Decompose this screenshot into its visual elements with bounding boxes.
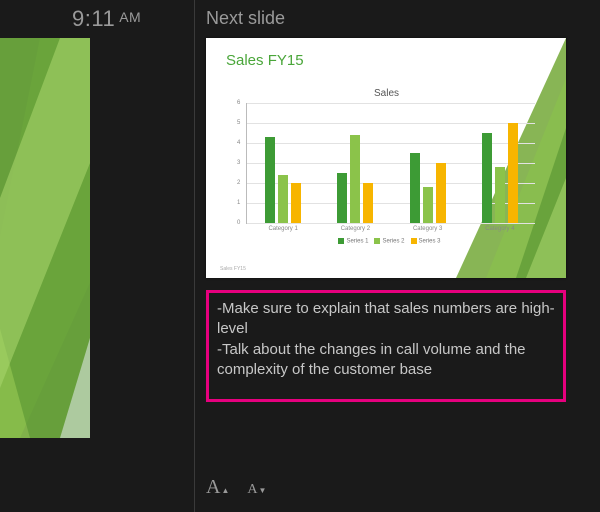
legend-swatch xyxy=(411,238,417,244)
slide-footnote: Sales FY15 xyxy=(220,266,246,272)
clock: 9:11AM xyxy=(72,6,141,32)
next-slide-thumbnail[interactable]: Sales FY15 Sales 0123456Category 1Catego… xyxy=(206,38,566,278)
chart-xtick: Category 2 xyxy=(341,226,370,232)
legend-label: Series 1 xyxy=(346,239,368,245)
chart-xtick: Category 4 xyxy=(485,226,514,232)
chart-bar xyxy=(337,173,347,223)
chart-ytick: 6 xyxy=(237,100,240,106)
slide-title: Sales FY15 xyxy=(226,52,304,69)
chart-xtick: Category 1 xyxy=(268,226,297,232)
chart-bar xyxy=(482,133,492,223)
legend-label: Series 3 xyxy=(419,239,441,245)
decrease-font-button[interactable]: A▼ xyxy=(247,482,266,498)
caret-down-icon: ▼ xyxy=(259,486,267,495)
chart-bar xyxy=(278,175,288,223)
note-line: -Talk about the changes in call volume a… xyxy=(217,340,555,381)
chart-bar-group xyxy=(482,123,518,223)
chart-gridline xyxy=(247,223,535,224)
next-slide-label: Next slide xyxy=(206,8,285,29)
chart-ytick: 2 xyxy=(237,180,240,186)
letter-a-icon: A xyxy=(206,476,220,499)
font-size-controls: A▲ A▼ xyxy=(206,476,266,499)
chart-bar xyxy=(508,123,518,223)
chart-legend: Series 1 Series 2 Series 3 xyxy=(234,238,539,245)
chart-plot-area: 0123456Category 1Category 2Category 3Cat… xyxy=(246,103,535,224)
increase-font-button[interactable]: A▲ xyxy=(206,476,229,499)
chart-ytick: 5 xyxy=(237,120,240,126)
vertical-divider xyxy=(194,0,195,512)
chart-bar xyxy=(291,183,301,223)
chart: Sales 0123456Category 1Category 2Categor… xyxy=(234,88,539,258)
chart-bar-group xyxy=(265,137,301,223)
chart-title: Sales xyxy=(234,88,539,99)
letter-a-icon: A xyxy=(247,482,257,498)
chart-ytick: 1 xyxy=(237,200,240,206)
speaker-notes[interactable]: -Make sure to explain that sales numbers… xyxy=(206,290,566,402)
chart-bar-group xyxy=(410,153,446,223)
note-line: -Make sure to explain that sales numbers… xyxy=(217,299,555,340)
chart-ytick: 0 xyxy=(237,220,240,226)
chart-xtick: Category 3 xyxy=(413,226,442,232)
clock-time: 9:11 xyxy=(72,6,115,31)
chart-ytick: 4 xyxy=(237,140,240,146)
chart-bar xyxy=(423,187,433,223)
chart-bar xyxy=(436,163,446,223)
legend-swatch xyxy=(338,238,344,244)
presenter-view: 9:11AM Next slide Sales FY15 Sales 01234… xyxy=(0,0,600,512)
chart-bar xyxy=(363,183,373,223)
clock-ampm: AM xyxy=(119,9,141,25)
slide-background-graphic xyxy=(0,38,90,438)
chart-ytick: 3 xyxy=(237,160,240,166)
chart-gridline xyxy=(247,103,535,104)
chart-bar xyxy=(410,153,420,223)
legend-label: Series 2 xyxy=(382,239,404,245)
chart-bar-group xyxy=(337,135,373,223)
chart-bar xyxy=(265,137,275,223)
caret-up-icon: ▲ xyxy=(221,486,229,495)
current-slide-thumbnail[interactable] xyxy=(0,38,90,438)
chart-bar xyxy=(495,167,505,223)
chart-bar xyxy=(350,135,360,223)
legend-swatch xyxy=(374,238,380,244)
